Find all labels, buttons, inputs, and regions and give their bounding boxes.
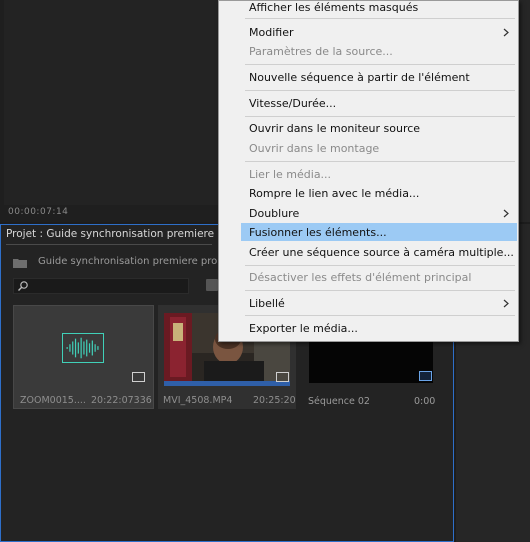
menu-item-source-settings[interactable]: Paramètres de la source... <box>249 45 393 58</box>
clip-name: ZOOM0015.... <box>20 395 86 406</box>
menu-item-proxy[interactable]: Doublure <box>249 207 299 220</box>
menu-separator <box>245 116 515 117</box>
menu-separator <box>245 315 515 316</box>
waveform-icon <box>62 333 104 363</box>
menu-separator <box>245 18 515 19</box>
search-icon[interactable] <box>17 280 29 292</box>
menu-item-new-sequence[interactable]: Nouvelle séquence à partir de l'élément <box>249 71 470 84</box>
submenu-arrow-icon <box>503 28 509 37</box>
clip-duration: 20:22:07336 <box>91 395 152 406</box>
clip-duration: 20:25:20 <box>253 395 296 406</box>
menu-item-merge-clips[interactable]: Fusionner les éléments... <box>249 226 387 239</box>
menu-separator <box>245 290 515 291</box>
search-input[interactable] <box>13 278 189 294</box>
context-menu: Afficher les éléments masqués Modifier P… <box>218 0 519 342</box>
project-file-name: Guide synchronisation premiere pro.prp <box>38 256 238 267</box>
menu-separator <box>245 64 515 65</box>
menu-item-speed-duration[interactable]: Vitesse/Durée... <box>249 97 336 110</box>
clip-type-badge-icon <box>132 372 145 382</box>
menu-item-create-multicam[interactable]: Créer une séquence source à caméra multi… <box>249 246 514 259</box>
menu-item-modify[interactable]: Modifier <box>249 26 293 39</box>
menu-item-unlink-media[interactable]: Rompre le lien avec le média... <box>249 187 419 200</box>
sequence-badge-icon <box>419 371 432 381</box>
submenu-arrow-icon <box>503 299 509 308</box>
monitor-timecode[interactable]: 00:00:07:14 <box>8 207 68 217</box>
menu-separator <box>245 90 515 91</box>
clip-name: MVI_4508.MP4 <box>163 395 233 406</box>
menu-item-open-timeline[interactable]: Ouvrir dans le montage <box>249 142 379 155</box>
menu-item-label[interactable]: Libellé <box>249 297 285 310</box>
menu-separator <box>245 265 515 266</box>
tab-divider <box>6 244 212 245</box>
menu-item-export-media[interactable]: Exporter le média... <box>249 322 358 335</box>
folder-icon <box>13 259 27 268</box>
clip-type-badge-icon <box>276 372 289 382</box>
new-bin-button[interactable] <box>206 279 218 291</box>
submenu-arrow-icon <box>503 209 509 218</box>
menu-item-show-hidden[interactable]: Afficher les éléments masqués <box>249 1 418 14</box>
clip-name: Séquence 02 <box>308 396 370 407</box>
menu-item-disable-master-effects[interactable]: Désactiver les effets d'élément principa… <box>249 271 471 284</box>
menu-item-open-source-monitor[interactable]: Ouvrir dans le moniteur source <box>249 122 420 135</box>
menu-item-link-media[interactable]: Lier le média... <box>249 168 331 181</box>
menu-separator <box>245 161 515 162</box>
tab-project[interactable]: Projet : Guide synchronisation premiere … <box>6 228 235 240</box>
clip-duration: 0:00 <box>414 396 436 407</box>
